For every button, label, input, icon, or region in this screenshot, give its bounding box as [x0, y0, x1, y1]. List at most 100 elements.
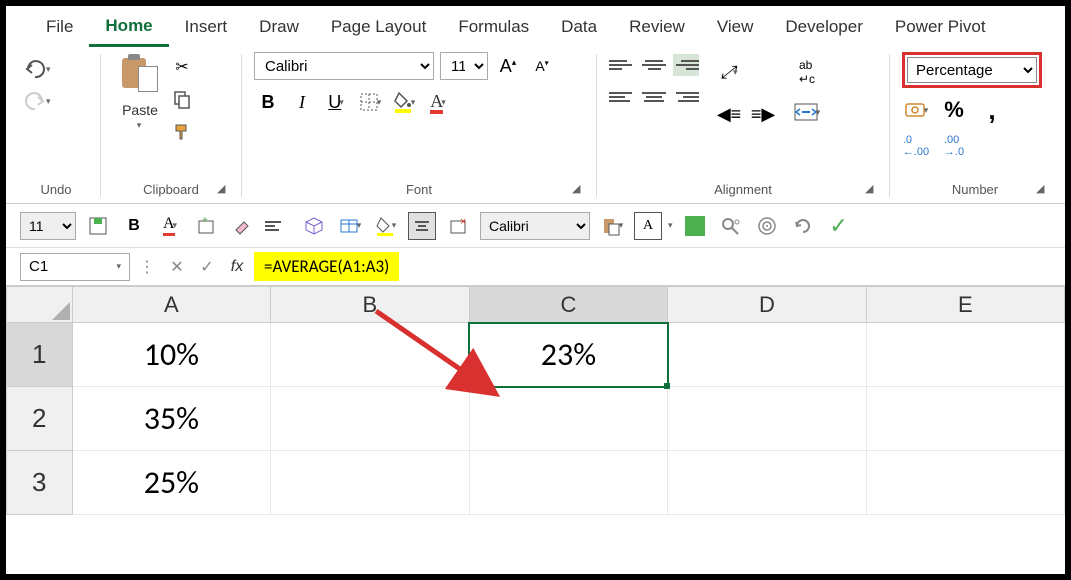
qat-bold[interactable]: B — [120, 212, 148, 240]
row-header-1[interactable]: 1 — [7, 323, 73, 387]
qat-align[interactable] — [264, 212, 292, 240]
orientation-button[interactable]: ⤢▾ — [715, 58, 743, 86]
cancel-button[interactable]: ✕ — [164, 254, 190, 280]
number-format-select[interactable]: Percentage — [907, 57, 1037, 83]
qat-paste-button[interactable]: ▾ — [598, 212, 626, 240]
decrease-font-button[interactable]: A▾ — [528, 52, 556, 80]
formula-input[interactable]: =AVERAGE(A1:A3) — [254, 252, 399, 281]
font-dialog-launcher[interactable]: ◢ — [572, 182, 586, 196]
tab-page-layout[interactable]: Page Layout — [315, 13, 442, 45]
tab-data[interactable]: Data — [545, 13, 613, 45]
increase-indent-button[interactable]: ≡▶ — [749, 100, 777, 128]
accounting-format-button[interactable]: ▾ — [902, 96, 930, 124]
font-size-select[interactable]: 11 — [440, 52, 488, 80]
font-color-button[interactable]: A▾ — [424, 88, 452, 116]
qat-fontsize[interactable]: 11 — [20, 212, 76, 240]
tab-insert[interactable]: Insert — [169, 13, 244, 45]
merge-button[interactable]: ▾ — [793, 98, 821, 126]
qat-font-select[interactable]: Calibri — [480, 212, 590, 240]
undo-button[interactable]: ▾ — [24, 56, 68, 82]
qat-refresh[interactable] — [789, 212, 817, 240]
scissors-icon: ✂ — [175, 57, 188, 77]
fill-color-button[interactable]: ▾ — [390, 88, 418, 116]
cell-A3[interactable]: 25% — [72, 451, 271, 515]
cell-B3[interactable] — [271, 451, 469, 515]
cell-C3[interactable] — [469, 451, 668, 515]
increase-font-button[interactable]: A▴ — [494, 52, 522, 80]
borders-button[interactable]: ▾ — [356, 88, 384, 116]
col-header-B[interactable]: B — [271, 287, 469, 323]
cell-D3[interactable] — [668, 451, 866, 515]
increase-decimal-button[interactable]: .0←.00 — [902, 132, 930, 160]
redo-button[interactable]: ▾ — [24, 88, 68, 114]
align-center-button[interactable] — [641, 86, 667, 108]
qat-table[interactable]: ▾ — [336, 212, 364, 240]
insert-function-button[interactable]: fx — [224, 254, 250, 280]
decrease-indent-button[interactable]: ◀≡ — [715, 100, 743, 128]
align-right-button[interactable] — [673, 86, 699, 108]
tab-review[interactable]: Review — [613, 13, 701, 45]
align-top-button[interactable] — [609, 54, 635, 76]
italic-button[interactable]: I — [288, 88, 316, 116]
align-middle-button[interactable] — [641, 54, 667, 76]
qat-clear[interactable] — [228, 212, 256, 240]
decrease-decimal-button[interactable]: .00→.0 — [940, 132, 968, 160]
font-name-select[interactable]: Calibri — [254, 52, 434, 80]
tab-home[interactable]: Home — [89, 12, 168, 47]
tab-view[interactable]: View — [701, 13, 770, 45]
cell-C2[interactable] — [469, 387, 668, 451]
select-all-corner[interactable] — [7, 287, 73, 323]
tab-formulas[interactable]: Formulas — [442, 13, 545, 45]
align-left-button[interactable] — [609, 86, 635, 108]
clipboard-dialog-launcher[interactable]: ◢ — [217, 182, 231, 196]
paste-button[interactable]: Paste ▾ — [113, 52, 167, 142]
format-painter-button[interactable] — [171, 120, 193, 142]
cell-B1[interactable] — [271, 323, 469, 387]
qat-font-color[interactable]: A▾ — [156, 212, 184, 240]
qat-find[interactable] — [717, 212, 745, 240]
cell-E2[interactable] — [866, 387, 1064, 451]
qat-new-sheet[interactable]: + — [192, 212, 220, 240]
tab-developer[interactable]: Developer — [769, 13, 879, 45]
col-header-C[interactable]: C — [469, 287, 668, 323]
cut-button[interactable]: ✂ — [171, 56, 193, 78]
cell-D1[interactable] — [668, 323, 866, 387]
cell-C1[interactable]: 23% — [469, 323, 668, 387]
col-header-D[interactable]: D — [668, 287, 866, 323]
cell-E1[interactable] — [866, 323, 1064, 387]
name-box[interactable]: C1 ▾ — [20, 253, 130, 281]
qat-save-button[interactable] — [84, 212, 112, 240]
number-dialog-launcher[interactable]: ◢ — [1036, 182, 1050, 196]
enter-button[interactable]: ✓ — [194, 254, 220, 280]
textbox-icon: A — [643, 218, 653, 234]
qat-confirm[interactable]: ✓ — [825, 212, 853, 240]
tab-file[interactable]: File — [30, 13, 89, 45]
tab-power-pivot[interactable]: Power Pivot — [879, 13, 1002, 45]
cell-A1[interactable]: 10% — [72, 323, 271, 387]
tab-draw[interactable]: Draw — [243, 13, 315, 45]
qat-delete-sheet[interactable]: × — [444, 212, 472, 240]
comma-format-button[interactable]: , — [978, 96, 1006, 124]
col-header-A[interactable]: A — [72, 287, 271, 323]
qat-color-square[interactable] — [681, 212, 709, 240]
qat-center[interactable] — [408, 212, 436, 240]
alignment-dialog-launcher[interactable]: ◢ — [865, 182, 879, 196]
bold-button[interactable]: B — [254, 88, 282, 116]
cell-D2[interactable] — [668, 387, 866, 451]
row-header-3[interactable]: 3 — [7, 451, 73, 515]
underline-button[interactable]: U▾ — [322, 88, 350, 116]
row-header-2[interactable]: 2 — [7, 387, 73, 451]
qat-text-box[interactable]: A — [634, 212, 662, 240]
cell-E3[interactable] — [866, 451, 1064, 515]
copy-button[interactable] — [171, 88, 193, 110]
qat-3d[interactable] — [300, 212, 328, 240]
align-bottom-button[interactable] — [673, 54, 699, 76]
qat-target[interactable] — [753, 212, 781, 240]
wrap-text-button[interactable]: ab↵c — [793, 58, 821, 86]
cell-A2[interactable]: 35% — [72, 387, 271, 451]
chevron-down-icon: ▾ — [116, 261, 121, 272]
percent-format-button[interactable]: % — [940, 96, 968, 124]
qat-fill-color[interactable]: ▾ — [372, 212, 400, 240]
col-header-E[interactable]: E — [866, 287, 1064, 323]
cell-B2[interactable] — [271, 387, 469, 451]
